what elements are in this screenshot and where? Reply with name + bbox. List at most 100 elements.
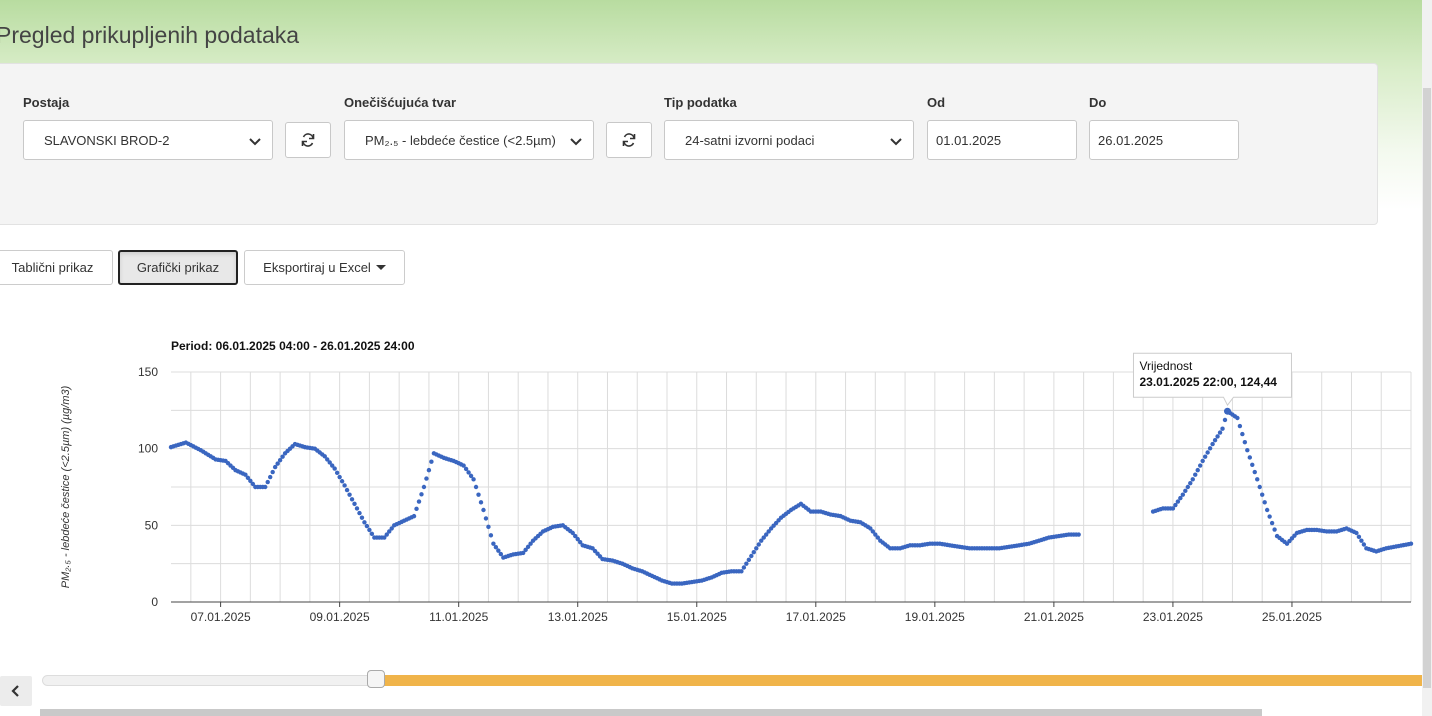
refresh-icon [301,133,315,147]
data-point [1359,538,1364,543]
data-point [1235,415,1240,421]
data-point [1212,438,1218,443]
data-point [426,467,432,473]
pollutant-select-value: PM₂.₅ - lebdeće čestice (<2.5µm) [365,132,556,148]
data-point [334,470,340,476]
range-slider-handle[interactable] [366,670,385,688]
x-tick-label: 15.01.2025 [667,610,727,624]
data-point [421,484,427,490]
data-point [1185,484,1191,490]
data-point [1267,514,1272,519]
data-point [1272,527,1277,532]
data-point [429,459,434,464]
data-point [1247,455,1253,460]
table-view-button[interactable]: Tablični prikaz [0,250,113,285]
y-axis-label: PM₂.₅ - lebdeće čestice (<2.5µm) (µg/m3) [60,385,72,588]
pollutant-refresh-button[interactable] [606,122,652,158]
horizontal-scrollbar[interactable] [40,709,1262,716]
data-point [1190,477,1195,482]
data-point [1356,534,1362,540]
data-point [270,469,275,475]
data-point [1220,426,1225,431]
data-point [1252,469,1257,475]
data-point [1217,430,1223,435]
x-tick-label: 09.01.2025 [310,610,370,624]
station-select[interactable]: SLAVONSKI BROD-2 [23,120,273,160]
tooltip-value: 23.01.2025 22:00, 124,44 [1139,375,1277,389]
range-slider-selection[interactable] [375,675,1432,686]
data-point [1076,532,1081,537]
data-point [483,516,489,521]
data-point [1183,488,1188,494]
export-excel-label: Eksportiraj u Excel [263,260,371,275]
data-point [1354,530,1359,536]
vertical-scrollbar-thumb[interactable] [1423,88,1431,688]
pollutant-label: Onečišćujuća tvar [344,95,456,110]
data-point [1269,520,1275,526]
data-point [1242,439,1248,445]
data-point [746,557,752,563]
pollutant-select[interactable]: PM₂.₅ - lebdeće čestice (<2.5µm) [344,120,594,160]
from-date-input[interactable]: 01.01.2025 [927,120,1077,160]
chart: Period: 06.01.2025 04:00 - 26.01.2025 24… [60,339,1414,624]
data-point [1240,431,1245,437]
y-tick-label: 0 [151,595,158,609]
data-point [359,515,365,520]
x-tick-label: 25.01.2025 [1262,610,1322,624]
data-point [416,499,422,504]
data-point [1202,454,1208,459]
chart-view-button[interactable]: Grafički prikaz [118,250,238,285]
x-tick-label: 17.01.2025 [786,610,846,624]
data-point [367,527,372,533]
data-point [357,510,362,516]
data-point [1408,541,1414,546]
data-point [751,549,756,555]
x-tick-label: 21.01.2025 [1024,610,1084,624]
data-point [1260,492,1265,497]
chevron-down-icon [570,138,582,146]
data-point [362,520,367,525]
x-tick-label: 07.01.2025 [191,610,251,624]
data-point [756,542,761,547]
caret-down-icon [375,265,386,270]
data-point [744,561,749,566]
data-point [1250,462,1255,467]
data-type-select[interactable]: 24-satni izvorni podaci [664,120,914,160]
data-point [424,476,429,481]
data-point [1200,458,1205,464]
scroll-left-button[interactable] [0,676,32,706]
data-point [265,479,270,485]
data-point [1222,417,1228,423]
chevron-down-icon [249,138,261,146]
data-point [478,500,484,505]
data-type-select-value: 24-satni izvorni podaci [685,132,815,148]
data-point [1264,507,1270,513]
data-point [1180,492,1186,497]
data-point [741,565,747,570]
data-point [1257,484,1262,490]
data-point [1262,500,1267,505]
x-tick-label: 13.01.2025 [548,610,608,624]
data-point [488,533,494,538]
tooltip-title: Vrijednost [1139,359,1193,373]
data-point [1198,463,1203,468]
data-point [471,477,476,482]
data-point [347,492,352,497]
data-point [1188,480,1193,486]
to-date-input[interactable]: 26.01.2025 [1089,120,1239,160]
data-type-label: Tip podatka [664,95,737,110]
data-point [369,531,375,536]
x-tick-label: 11.01.2025 [429,610,488,624]
data-point [263,484,268,490]
station-select-value: SLAVONSKI BROD-2 [44,132,170,148]
data-point [411,513,417,519]
data-point [1215,434,1220,439]
data-point [476,492,481,497]
x-tick-label: 23.01.2025 [1143,610,1203,624]
data-point [419,492,424,497]
station-refresh-button[interactable] [285,122,331,158]
export-excel-button[interactable]: Eksportiraj u Excel [244,250,405,285]
data-point [1237,423,1243,429]
data-point [1210,441,1215,447]
data-point [414,506,419,512]
